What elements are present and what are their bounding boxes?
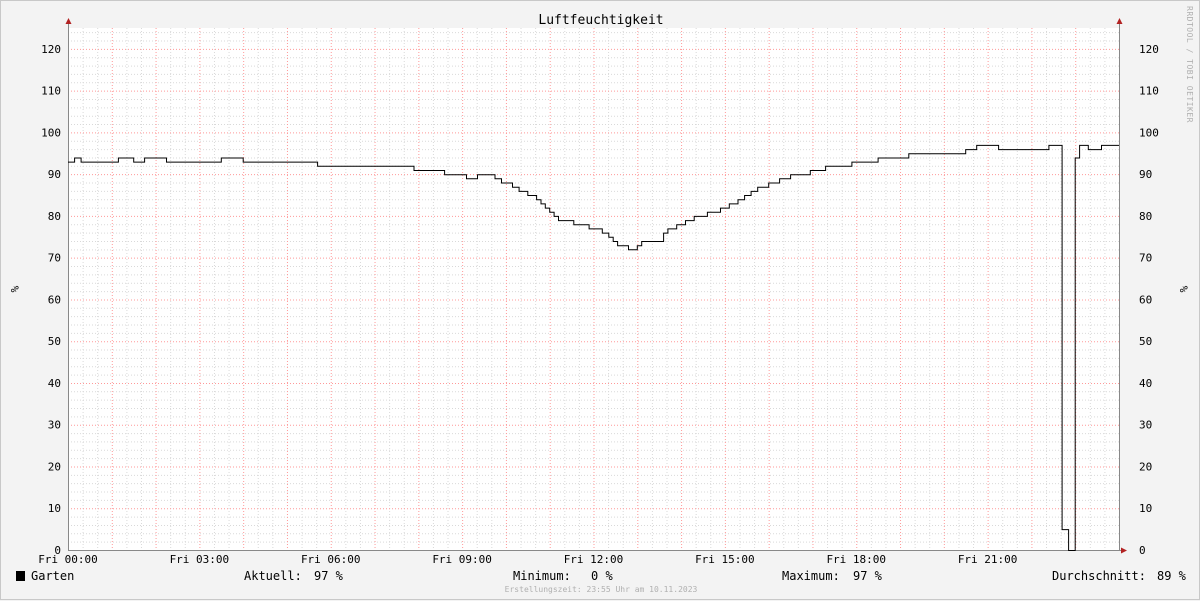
y-tick-label-right: 80: [1139, 210, 1152, 223]
legend-max-value: 97 %: [853, 569, 882, 583]
x-tick-label: Fri 06:00: [301, 553, 361, 566]
x-tick-label: Fri 21:00: [958, 553, 1018, 566]
y-tick-label-right: 0: [1139, 544, 1146, 557]
y-tick-label-left: 100: [41, 126, 61, 139]
y-tick-label-left: 80: [48, 210, 61, 223]
y-tick-label-right: 20: [1139, 460, 1152, 473]
y-tick-label-left: 40: [48, 377, 61, 390]
y-tick-label-right: 30: [1139, 419, 1152, 432]
y-tick-label-right: 90: [1139, 168, 1152, 181]
humidity-chart: Luftfeuchtigkeit0 010 1020 2030 3040 4050 5060…: [8, 13, 1190, 566]
y-tick-label-left: 30: [48, 419, 61, 432]
y-tick-label-right: 40: [1139, 377, 1152, 390]
y-tick-label-right: 110: [1139, 85, 1159, 98]
y-axis-label-right: %: [1177, 286, 1190, 293]
x-tick-label: Fri 15:00: [695, 553, 755, 566]
y-tick-label-right: 50: [1139, 335, 1152, 348]
y-tick-label-left: 10: [48, 502, 61, 515]
y-tick-label-left: 120: [41, 43, 61, 56]
creation-timestamp: Erstellungszeit: 23:55 Uhr am 10.11.2023: [504, 585, 698, 594]
legend-swatch: [16, 571, 25, 581]
y-axis-right-arrow: [1116, 18, 1123, 24]
x-axis-arrow: [1121, 547, 1127, 554]
x-tick-label: Fri 18:00: [826, 553, 886, 566]
y-axis-left-arrow: [65, 18, 72, 24]
x-tick-label: Fri 00:00: [38, 553, 98, 566]
x-tick-label: Fri 12:00: [564, 553, 624, 566]
x-tick-label: Fri 09:00: [432, 553, 492, 566]
legend-current-value: 97 %: [314, 569, 343, 583]
graph-frame: Luftfeuchtigkeit 0 0 10 10 20 20 30 30 40 40 50 50 60…: [0, 0, 1200, 600]
legend-avg-value: 89 %: [1157, 569, 1186, 583]
legend-min-label: Minimum:: [513, 569, 571, 583]
legend-max-label: Maximum:: [782, 569, 840, 583]
y-tick-label-right: 10: [1139, 502, 1152, 515]
legend-current-label: Aktuell:: [244, 569, 302, 583]
rrdtool-watermark: RRDTOOL / TOBI OETIKER: [1185, 6, 1194, 123]
y-tick-label-left: 90: [48, 168, 61, 181]
chart-title: Luftfeuchtigkeit: [538, 13, 663, 28]
y-tick-label-right: 120: [1139, 43, 1159, 56]
y-tick-label-left: 60: [48, 293, 61, 306]
legend-min-value: 0 %: [591, 569, 613, 583]
y-tick-label-right: 60: [1139, 293, 1152, 306]
y-axis-label-left: %: [8, 286, 21, 293]
y-tick-label-right: 100: [1139, 126, 1159, 139]
y-tick-label-left: 110: [41, 85, 61, 98]
legend-avg-label: Durchschnitt:: [1052, 569, 1146, 583]
y-tick-label-left: 50: [48, 335, 61, 348]
legend-series-name: Garten: [31, 569, 75, 583]
y-tick-label-right: 70: [1139, 252, 1152, 265]
x-tick-label: Fri 03:00: [170, 553, 230, 566]
y-tick-label-left: 70: [48, 252, 61, 265]
y-tick-label-left: 20: [48, 460, 61, 473]
